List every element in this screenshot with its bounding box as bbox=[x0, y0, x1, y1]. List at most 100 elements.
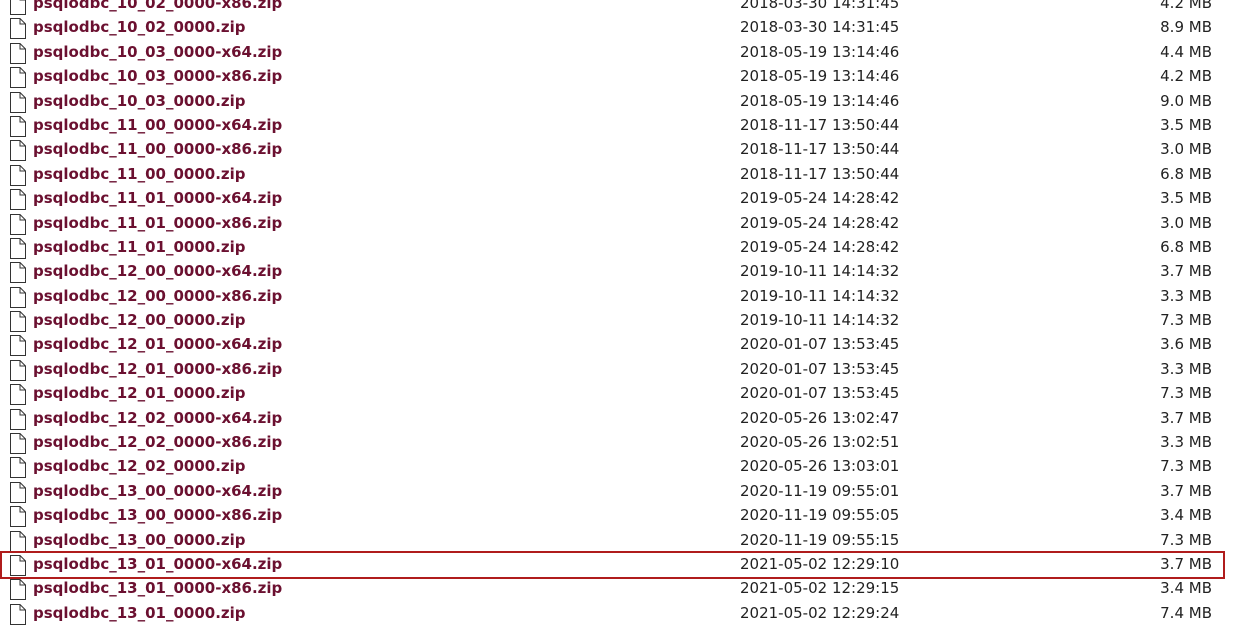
file-icon bbox=[10, 603, 26, 625]
file-row: psqlodbc_12_02_0000-x64.zip 2020-05-26 1… bbox=[0, 406, 1253, 430]
file-row: psqlodbc_11_01_0000-x86.zip 2019-05-24 1… bbox=[0, 211, 1253, 235]
file-icon bbox=[10, 579, 26, 601]
file-link[interactable]: psqlodbc_11_00_0000.zip bbox=[33, 162, 246, 186]
file-size: 8.9 MB bbox=[1160, 18, 1212, 37]
file-date: 2021-05-02 12:29:10 bbox=[740, 554, 900, 573]
file-row: psqlodbc_13_01_0000.zip 2021-05-02 12:29… bbox=[0, 601, 1253, 625]
file-row: psqlodbc_13_00_0000-x86.zip 2020-11-19 0… bbox=[0, 503, 1253, 528]
file-date: 2018-11-17 13:50:44 bbox=[740, 115, 900, 134]
file-row: psqlodbc_11_00_0000-x86.zip 2018-11-17 1… bbox=[0, 137, 1253, 162]
file-icon bbox=[10, 506, 26, 528]
file-icon bbox=[10, 164, 26, 186]
file-link[interactable]: psqlodbc_13_01_0000-x86.zip bbox=[33, 576, 282, 600]
file-size: 3.4 MB bbox=[1160, 579, 1212, 598]
file-icon bbox=[10, 140, 26, 162]
file-date: 2020-11-19 09:55:01 bbox=[740, 481, 900, 500]
file-icon bbox=[10, 91, 26, 113]
file-link[interactable]: psqlodbc_12_02_0000.zip bbox=[33, 454, 246, 478]
file-link[interactable]: psqlodbc_11_01_0000-x86.zip bbox=[33, 211, 282, 235]
file-row: psqlodbc_13_00_0000.zip 2020-11-19 09:55… bbox=[0, 528, 1253, 552]
file-date: 2020-11-19 09:55:05 bbox=[740, 506, 900, 525]
file-date: 2020-01-07 13:53:45 bbox=[740, 335, 900, 354]
file-date: 2019-05-24 14:28:42 bbox=[740, 189, 900, 208]
file-date: 2019-05-24 14:28:42 bbox=[740, 213, 900, 232]
file-date: 2018-05-19 13:14:46 bbox=[740, 91, 900, 110]
file-link[interactable]: psqlodbc_11_01_0000-x64.zip bbox=[33, 186, 282, 210]
file-link[interactable]: psqlodbc_10_03_0000-x86.zip bbox=[33, 64, 282, 88]
file-icon bbox=[10, 359, 26, 381]
file-icon bbox=[10, 311, 26, 333]
file-link[interactable]: psqlodbc_12_02_0000-x86.zip bbox=[33, 430, 282, 454]
file-size: 3.3 MB bbox=[1160, 286, 1212, 305]
file-date: 2021-05-02 12:29:15 bbox=[740, 579, 900, 598]
file-date: 2018-05-19 13:14:46 bbox=[740, 67, 900, 86]
file-icon bbox=[10, 237, 26, 259]
file-link[interactable]: psqlodbc_13_00_0000-x64.zip bbox=[33, 479, 282, 503]
file-icon bbox=[10, 262, 26, 284]
file-link[interactable]: psqlodbc_13_01_0000.zip bbox=[33, 601, 246, 625]
file-row: psqlodbc_12_00_0000.zip 2019-10-11 14:14… bbox=[0, 308, 1253, 333]
file-icon bbox=[10, 481, 26, 503]
file-row: psqlodbc_12_02_0000-x86.zip 2020-05-26 1… bbox=[0, 430, 1253, 455]
file-icon bbox=[10, 18, 26, 40]
file-row: psqlodbc_12_00_0000-x86.zip 2019-10-11 1… bbox=[0, 284, 1253, 308]
file-link[interactable]: psqlodbc_12_00_0000-x86.zip bbox=[33, 284, 282, 308]
file-size: 3.6 MB bbox=[1160, 335, 1212, 354]
file-size: 4.2 MB bbox=[1160, 0, 1212, 12]
file-date: 2020-05-26 13:03:01 bbox=[740, 457, 900, 476]
file-row: psqlodbc_13_01_0000-x86.zip 2021-05-02 1… bbox=[0, 576, 1253, 601]
file-link[interactable]: psqlodbc_13_00_0000.zip bbox=[33, 528, 246, 552]
file-link[interactable]: psqlodbc_10_03_0000-x64.zip bbox=[33, 40, 282, 64]
file-link[interactable]: psqlodbc_12_00_0000.zip bbox=[33, 308, 246, 332]
file-size: 4.2 MB bbox=[1160, 67, 1212, 86]
file-date: 2018-11-17 13:50:44 bbox=[740, 164, 900, 183]
file-size: 3.0 MB bbox=[1160, 140, 1212, 159]
file-size: 7.4 MB bbox=[1160, 603, 1212, 622]
file-size: 3.0 MB bbox=[1160, 213, 1212, 232]
file-link[interactable]: psqlodbc_12_00_0000-x64.zip bbox=[33, 259, 282, 283]
file-link[interactable]: psqlodbc_13_01_0000-x64.zip bbox=[33, 552, 282, 576]
file-link[interactable]: psqlodbc_10_02_0000-x86.zip bbox=[33, 0, 282, 15]
file-date: 2018-03-30 14:31:45 bbox=[740, 0, 900, 12]
file-size: 6.8 MB bbox=[1160, 237, 1212, 256]
file-link[interactable]: psqlodbc_11_01_0000.zip bbox=[33, 235, 246, 259]
file-size: 7.3 MB bbox=[1160, 311, 1212, 330]
file-row: psqlodbc_11_01_0000-x64.zip 2019-05-24 1… bbox=[0, 186, 1253, 211]
file-date: 2020-01-07 13:53:45 bbox=[740, 359, 900, 378]
file-link[interactable]: psqlodbc_12_01_0000-x86.zip bbox=[33, 357, 282, 381]
file-size: 3.5 MB bbox=[1160, 115, 1212, 134]
file-link[interactable]: psqlodbc_12_01_0000-x64.zip bbox=[33, 332, 282, 356]
file-link[interactable]: psqlodbc_12_02_0000-x64.zip bbox=[33, 406, 282, 430]
file-row: psqlodbc_12_02_0000.zip 2020-05-26 13:03… bbox=[0, 454, 1253, 479]
file-icon bbox=[10, 554, 26, 576]
file-link[interactable]: psqlodbc_11_00_0000-x86.zip bbox=[33, 137, 282, 161]
file-row: psqlodbc_10_03_0000-x64.zip 2018-05-19 1… bbox=[0, 40, 1253, 64]
file-date: 2018-03-30 14:31:45 bbox=[740, 18, 900, 37]
file-date: 2020-05-26 13:02:47 bbox=[740, 408, 900, 427]
file-date: 2020-11-19 09:55:15 bbox=[740, 530, 900, 549]
file-size: 3.7 MB bbox=[1160, 554, 1212, 573]
file-link[interactable]: psqlodbc_13_00_0000-x86.zip bbox=[33, 503, 282, 527]
file-icon bbox=[10, 457, 26, 479]
file-date: 2020-01-07 13:53:45 bbox=[740, 384, 900, 403]
file-size: 3.3 MB bbox=[1160, 433, 1212, 452]
file-link[interactable]: psqlodbc_10_03_0000.zip bbox=[33, 89, 246, 113]
file-size: 3.4 MB bbox=[1160, 506, 1212, 525]
file-link[interactable]: psqlodbc_11_00_0000-x64.zip bbox=[33, 113, 282, 137]
file-row: psqlodbc_10_03_0000-x86.zip 2018-05-19 1… bbox=[0, 64, 1253, 89]
file-icon bbox=[10, 213, 26, 235]
file-size: 7.3 MB bbox=[1160, 384, 1212, 403]
file-row: psqlodbc_10_02_0000-x86.zip 2018-03-30 1… bbox=[0, 0, 1253, 15]
file-icon bbox=[10, 408, 26, 430]
file-link[interactable]: psqlodbc_10_02_0000.zip bbox=[33, 15, 246, 39]
file-date: 2019-10-11 14:14:32 bbox=[740, 286, 900, 305]
file-date: 2019-10-11 14:14:32 bbox=[740, 262, 900, 281]
file-link[interactable]: psqlodbc_12_01_0000.zip bbox=[33, 381, 246, 405]
file-icon bbox=[10, 384, 26, 406]
file-size: 9.0 MB bbox=[1160, 91, 1212, 110]
file-row: psqlodbc_11_01_0000.zip 2019-05-24 14:28… bbox=[0, 235, 1253, 259]
file-date: 2019-05-24 14:28:42 bbox=[740, 237, 900, 256]
file-row: psqlodbc_10_02_0000.zip 2018-03-30 14:31… bbox=[0, 15, 1253, 40]
file-icon bbox=[10, 335, 26, 357]
file-size: 3.7 MB bbox=[1160, 481, 1212, 500]
